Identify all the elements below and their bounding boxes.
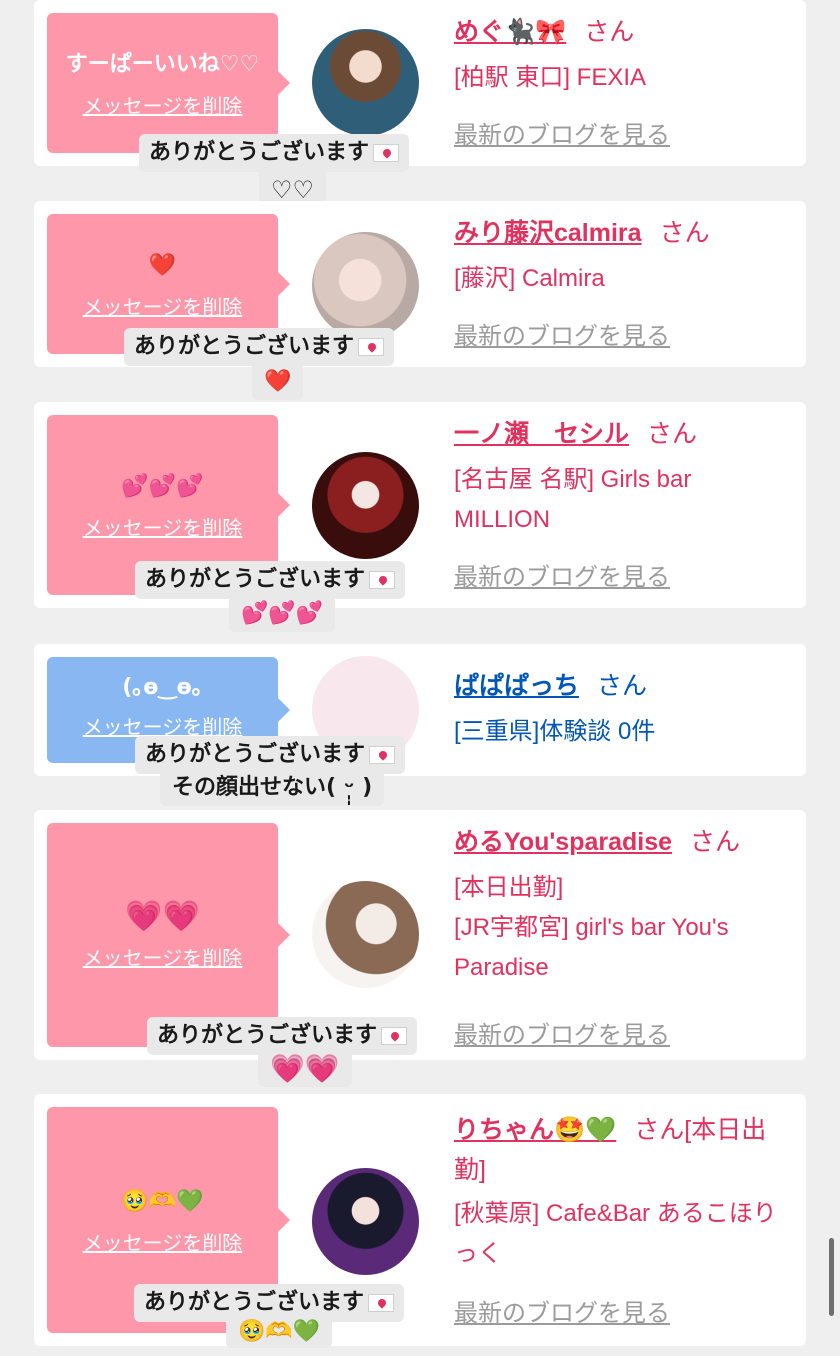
message-text: 🥹🫶💚 (121, 1188, 204, 1214)
scrollbar[interactable] (829, 1238, 834, 1316)
avatar[interactable] (312, 452, 419, 559)
reply-message: ありがとうございます (139, 134, 410, 172)
message-text: すーぱーいいね♡♡ (65, 51, 260, 77)
reply-thanks-text: ありがとうございます (149, 140, 370, 165)
san-label: さん (647, 420, 698, 448)
sender-name-link[interactable]: めるYou'sparadise (454, 828, 672, 856)
message-bubble: 💗💗 メッセージを削除 (47, 823, 290, 1047)
delete-message-link[interactable]: メッセージを削除 (83, 1227, 243, 1256)
sender-name-link[interactable]: ぱぱぱっち (454, 672, 579, 700)
sender-info: ぱぱぱっち さん [三重県]体験談 0件 (454, 666, 794, 766)
avatar[interactable] (312, 29, 419, 136)
san-label: さん (584, 18, 635, 46)
latest-blog-link[interactable]: 最新のブログを見る (454, 116, 670, 156)
sender-info: めるYou'sparadise さん [本日出勤] [JR宇都宮] girl's … (454, 822, 794, 1052)
reply-thanks-text: ありがとうございます (134, 334, 355, 359)
message-bubble: すーぱーいいね♡♡ メッセージを削除 (47, 13, 290, 153)
sender-name-link[interactable]: めぐ🐈‍⬛🎀 (454, 18, 566, 46)
shop-name: [柏駅 東口] FEXIA (454, 64, 647, 91)
reply-message-line2: 💗💗 (258, 1051, 352, 1087)
avatar[interactable] (312, 232, 419, 339)
shop-name: [JR宇都宮] girl's bar You's Paradise (454, 914, 729, 981)
san-label: さん (597, 672, 648, 700)
sender-name-link[interactable]: みり藤沢calmira (454, 219, 642, 247)
reply-thanks-text: ありがとうございます (157, 1023, 378, 1048)
reply-thanks-text: ありがとうございます (145, 742, 366, 767)
reply-thanks-text: ありがとうございます (144, 1290, 365, 1315)
love-letter-icon (373, 144, 400, 162)
love-letter-icon (381, 1027, 408, 1045)
latest-blog-link[interactable]: 最新のブログを見る (454, 1016, 670, 1056)
avatar[interactable] (312, 1168, 419, 1275)
message-text: 💗💗 (125, 898, 200, 934)
san-label: さん (634, 1116, 685, 1144)
attendance-status: [本日出勤] (454, 874, 564, 901)
avatar[interactable] (312, 881, 419, 988)
reply-message-line2: ❤️ (252, 364, 304, 400)
san-label: さん (690, 828, 741, 856)
latest-blog-link[interactable]: 最新のブログを見る (454, 317, 670, 357)
latest-blog-link[interactable]: 最新のブログを見る (454, 1294, 670, 1334)
reply-message: ありがとうございます (135, 561, 406, 599)
delete-message-link[interactable]: メッセージを削除 (83, 512, 243, 541)
reply-message: ありがとうございます (124, 328, 395, 366)
love-letter-icon (369, 746, 396, 764)
reply-message-line2: 💕💕💕 (229, 596, 336, 632)
reply-message-line2: その顔出せない( ᵕ̩̩ ) (160, 770, 385, 806)
review-count: [三重県]体験談 0件 (454, 718, 656, 745)
reply-message-line2: 🥹🫶💚 (226, 1316, 333, 1348)
sender-info: りちゃん🤩💚 さん[本日出勤] [秋葉原] Cafe&Bar あるこほりっく 最新… (454, 1110, 794, 1340)
shop-name: [秋葉原] Cafe&Bar あるこほりっく (454, 1200, 777, 1267)
sender-info: みり藤沢calmira さん [藤沢] Calmira 最新のブログを見る (454, 213, 794, 363)
message-text: ❤️ (148, 252, 177, 278)
delete-message-link[interactable]: メッセージを削除 (83, 942, 243, 971)
sender-info: 一ノ瀬 セシル さん [名古屋 名駅] Girls bar MILLION 最新の… (454, 414, 794, 604)
sender-info: めぐ🐈‍⬛🎀 さん [柏駅 東口] FEXIA 最新のブログを見る (454, 12, 794, 162)
reply-message: ありがとうございます (147, 1017, 418, 1055)
delete-message-link[interactable]: メッセージを削除 (83, 90, 243, 119)
latest-blog-link[interactable]: 最新のブログを見る (454, 558, 670, 598)
love-letter-icon (368, 1294, 395, 1312)
reply-thanks-text: ありがとうございます (145, 567, 366, 592)
message-text: 💕💕💕 (121, 473, 204, 499)
shop-name: [藤沢] Calmira (454, 265, 605, 292)
san-label: さん (659, 219, 710, 247)
love-letter-icon (369, 571, 396, 589)
message-text: (｡ө‿ө｡ (122, 675, 203, 700)
delete-message-link[interactable]: メッセージを削除 (83, 291, 243, 320)
sender-name-link[interactable]: 一ノ瀬 セシル (454, 420, 629, 448)
reply-message: ありがとうございます (135, 736, 406, 774)
sender-name-link[interactable]: りちゃん🤩💚 (454, 1116, 616, 1144)
love-letter-icon (358, 338, 385, 356)
shop-name: [名古屋 名駅] Girls bar MILLION (454, 466, 692, 533)
